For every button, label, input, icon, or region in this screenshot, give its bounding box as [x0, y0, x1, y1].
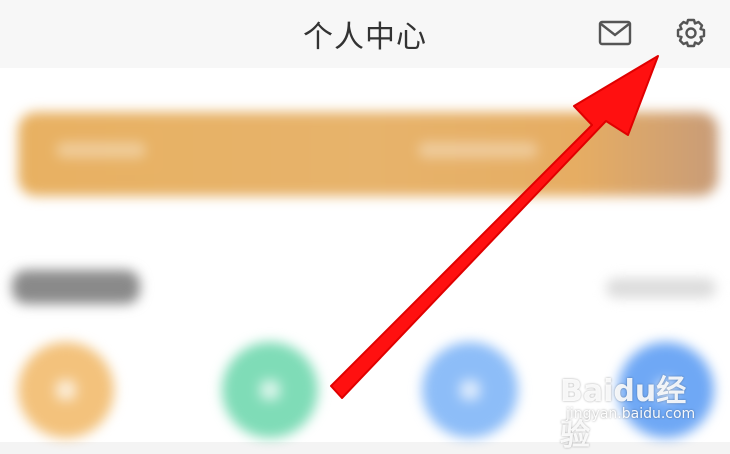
member-banner[interactable] [18, 112, 718, 196]
green-circle-icon [260, 380, 280, 400]
section-title [12, 270, 140, 304]
orange-circle-icon [56, 380, 76, 400]
watermark-url: jingyan.baidu.com [566, 406, 696, 422]
section-more-link[interactable] [606, 278, 716, 298]
banner-text-right [418, 142, 538, 158]
banner-text-left [56, 142, 146, 158]
blue-circle-icon [460, 380, 480, 400]
mail-button[interactable] [596, 14, 634, 52]
shortcut-3[interactable] [422, 342, 518, 438]
settings-button[interactable] [672, 14, 710, 52]
baidu-watermark: Baidu经验 jingyan.baidu.com [560, 366, 710, 453]
top-header: 个人中心 [0, 0, 730, 68]
shortcut-2[interactable] [222, 342, 318, 438]
envelope-icon [598, 20, 632, 46]
gear-icon [676, 18, 706, 48]
shortcut-1[interactable] [18, 342, 114, 438]
